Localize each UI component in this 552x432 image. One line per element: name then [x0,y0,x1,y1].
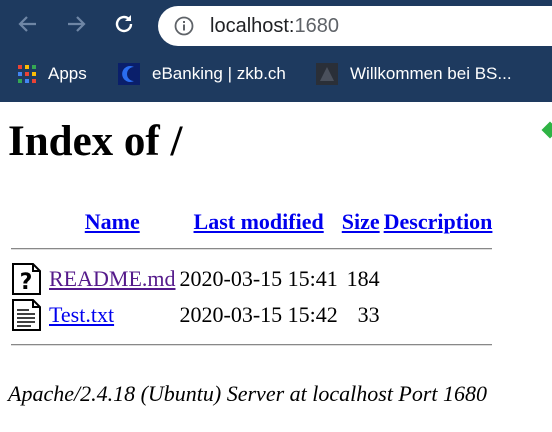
separator-row [10,334,493,356]
bookmark-ebanking[interactable]: eBanking | zkb.ch [118,56,286,92]
reload-button[interactable] [108,8,140,40]
url-host: localhost: [210,15,295,37]
separator-row [10,238,493,260]
bookmark-label: eBanking | zkb.ch [152,64,286,83]
sort-by-size-link[interactable]: Size [342,209,380,234]
file-name-cell: README.md [48,262,177,296]
description-cell [383,262,494,296]
bookmark-label: Apps [48,64,87,83]
unknown-file-icon: ? [12,263,41,295]
column-header-last-modified: Last modified [179,208,339,236]
description-cell [383,298,494,332]
table-header-row: Name Last modified Size Description [10,208,493,236]
column-header-size: Size [341,208,381,236]
svg-text:?: ? [20,270,33,295]
file-name-cell: Test.txt [48,298,177,332]
file-link-readme[interactable]: README.md [49,266,176,291]
icon-column-header [10,208,46,236]
row-icon-cell: ? [10,262,46,296]
sort-by-last-modified-link[interactable]: Last modified [194,209,324,234]
forward-button[interactable] [60,8,92,40]
url-text[interactable]: localhost:1680 [210,15,339,37]
reload-icon [115,15,133,33]
last-modified-cell: 2020-03-15 15:42 [179,302,338,327]
address-bar[interactable]: localhost:1680 [158,6,552,46]
text-file-icon [12,299,41,331]
zkb-logo-icon [118,63,140,85]
sort-by-description-link[interactable]: Description [384,209,493,234]
bookmark-bs[interactable]: Willkommen bei BS... [316,56,512,92]
url-port: 1680 [294,15,340,37]
table-row: ? README.md 2020-03-15 15:41 184 [10,262,493,296]
bookmark-apps[interactable]: Apps [18,56,87,92]
info-icon[interactable] [174,16,194,36]
file-link-test[interactable]: Test.txt [49,302,114,327]
bs-favicon-icon [316,63,338,85]
back-arrow-icon [18,16,36,32]
server-signature: Apache/2.4.18 (Ubuntu) Server at localho… [8,381,488,406]
bookmark-label: Willkommen bei BS... [350,64,512,83]
column-header-description: Description [383,208,494,236]
divider [10,334,493,356]
sort-by-name-link[interactable]: Name [85,209,140,234]
row-icon-cell [10,298,46,332]
bookmark-overflow-icon[interactable] [541,121,552,139]
file-listing-table: Name Last modified Size Description ? RE… [8,206,495,358]
forward-arrow-icon [68,16,86,32]
column-header-name: Name [48,208,177,236]
back-button[interactable] [12,8,44,40]
bookmarks-bar: Apps eBanking | zkb.ch Willkommen bei BS… [0,56,552,139]
page-title: Index of / [8,118,183,165]
size-cell: 33 [357,302,380,327]
table-row: Test.txt 2020-03-15 15:42 33 [10,298,493,332]
last-modified-cell: 2020-03-15 15:41 [179,266,338,291]
apps-grid-icon [18,65,36,83]
browser-toolbar: localhost:1680 Apps eBanking | zkb.ch Wi… [0,0,552,139]
size-cell: 184 [346,266,380,291]
divider [10,238,493,260]
